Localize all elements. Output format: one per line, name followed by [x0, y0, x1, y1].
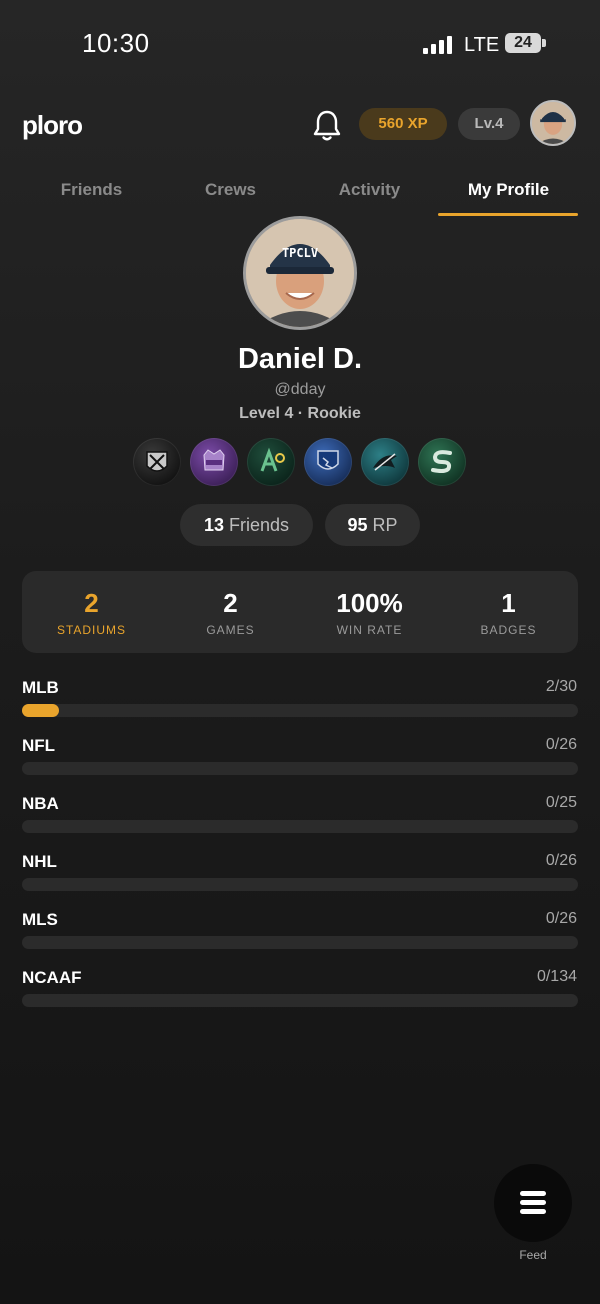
feed-button[interactable] [494, 1164, 572, 1242]
friends-chip[interactable]: 13 Friends [180, 504, 313, 546]
signal-icon [423, 36, 453, 54]
rp-chip[interactable]: 95 RP [325, 504, 420, 546]
league-nfl-name: NFL [22, 736, 56, 755]
league-mls-count: 0/26 [545, 910, 577, 927]
earthquakes-logo[interactable] [304, 438, 352, 486]
league-mlb-progress-fill [22, 704, 60, 717]
rp-count: 95 [347, 515, 368, 535]
stat-stadiums-value: 2 [84, 588, 99, 618]
battery-tip [542, 39, 546, 47]
rp-label: RP [372, 515, 398, 535]
stat-win-rate-label: WIN RATE [336, 623, 403, 637]
league-mlb-count: 2/30 [545, 678, 577, 695]
menu-icon [520, 1191, 546, 1196]
tab-activity[interactable]: Activity [300, 180, 439, 200]
status-time: 10:30 [82, 28, 150, 58]
league-nfl-progress [22, 762, 578, 775]
league-nhl-name: NHL [22, 852, 57, 871]
kings-logo[interactable] [190, 438, 238, 486]
network-type: LTE [464, 34, 500, 56]
stat-badges-value: 1 [501, 588, 516, 618]
league-mlb-progress [22, 704, 578, 717]
league-mlb-name: MLB [22, 678, 59, 697]
league-mls-name: MLS [22, 910, 58, 929]
league-nba-progress [22, 820, 578, 833]
league-mls-progress [22, 936, 578, 949]
athletics-logo[interactable] [247, 438, 295, 486]
active-tab-indicator [438, 213, 578, 216]
league-nba-name: NBA [22, 794, 59, 813]
friends-count: 13 [203, 515, 224, 535]
league-ncaaf-count: 0/134 [536, 968, 577, 985]
stat-games-value: 2 [223, 588, 238, 618]
stat-win-rate-value: 100% [336, 588, 403, 618]
app-logo: ploro [22, 110, 83, 140]
league-nhl-count: 0/26 [545, 852, 577, 869]
level-badge[interactable]: Lv.4 [458, 108, 520, 140]
stat-badges-label: BADGES [480, 623, 537, 637]
profile-level: Level 4 · Rookie [239, 405, 361, 422]
svg-text:TPCLV: TPCLV [282, 246, 318, 260]
tab-crews[interactable]: Crews [161, 180, 300, 200]
profile-name: Daniel D. [237, 343, 363, 375]
feed-label: Feed [519, 1248, 547, 1262]
friends-label: Friends [229, 515, 290, 535]
sharks-logo[interactable] [361, 438, 409, 486]
avatar[interactable] [530, 100, 576, 146]
league-nfl-count: 0/26 [545, 736, 577, 753]
stat-stadiums-label: STADIUMS [56, 623, 127, 637]
tab-friends[interactable]: Friends [22, 180, 161, 200]
profile-avatar[interactable]: TPCLV [243, 216, 357, 330]
sacramento-state-logo[interactable] [418, 438, 466, 486]
bell-icon[interactable] [310, 108, 344, 144]
stat-games-label: GAMES [206, 623, 255, 637]
league-ncaaf-name: NCAAF [22, 968, 82, 987]
profile-handle: @dday [274, 381, 326, 398]
league-nhl-progress [22, 878, 578, 891]
xp-badge[interactable]: 560 XP [359, 108, 447, 140]
battery-icon: 24 [505, 33, 541, 53]
league-ncaaf-progress [22, 994, 578, 1007]
raiders-logo[interactable] [133, 438, 181, 486]
tab-my-profile[interactable]: My Profile [439, 180, 578, 200]
league-nba-count: 0/25 [545, 794, 577, 811]
